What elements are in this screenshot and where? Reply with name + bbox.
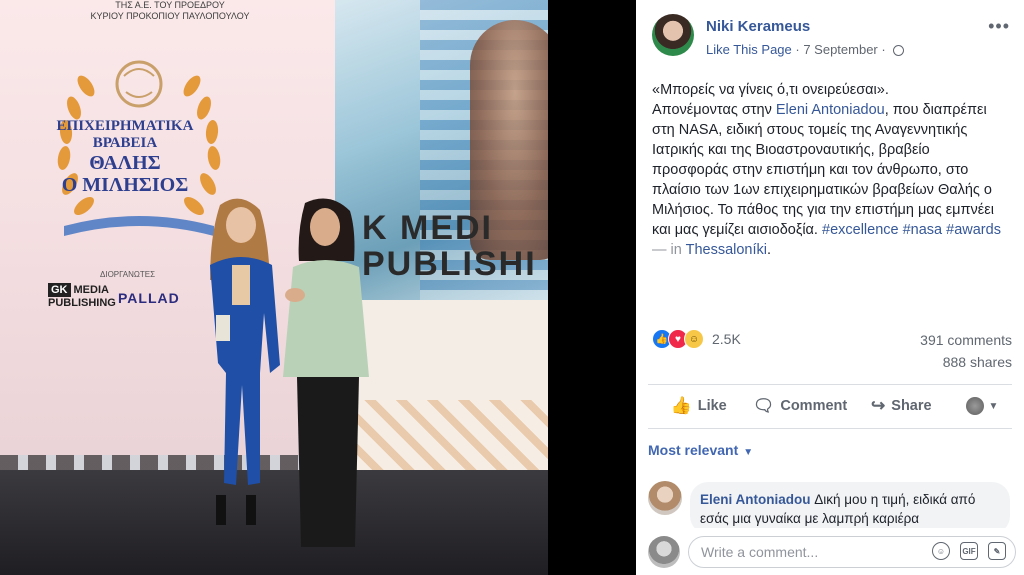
- globe-icon: [893, 45, 905, 56]
- share-button[interactable]: ↪ Share: [851, 396, 952, 416]
- share-arrow-icon: ↪: [871, 396, 886, 415]
- comments-count[interactable]: 391 comments: [920, 332, 1012, 348]
- commenter-avatar[interactable]: [648, 481, 682, 515]
- post-meta: Like This Page · 7 September ·: [706, 42, 905, 57]
- mention-link[interactable]: Eleni Antoniadou: [776, 102, 885, 118]
- award-recipient: [210, 198, 280, 525]
- gif-icon[interactable]: GIF: [960, 542, 978, 560]
- divider: [648, 384, 1012, 385]
- divider: [648, 428, 1012, 429]
- comment-button[interactable]: 🗨 Comment: [749, 396, 850, 416]
- author-avatar[interactable]: [652, 14, 694, 56]
- author-name[interactable]: Niki Kerameus: [706, 18, 810, 35]
- screen-logo-text: K MEDI PUBLISHI: [362, 209, 537, 283]
- comment-bubble: Eleni Antoniadou Δική μου η τιμή, ειδικά…: [690, 482, 1010, 534]
- location-link[interactable]: Thessaloníki: [686, 242, 767, 258]
- comment-author[interactable]: Eleni Antoniadou: [700, 492, 811, 507]
- pallad-logo: PALLAD: [118, 290, 180, 306]
- post-as-selector[interactable]: ▼: [952, 397, 1012, 415]
- sticker-icon[interactable]: ✎: [988, 542, 1006, 560]
- hashtag-links[interactable]: #excellence #nasa #awards: [822, 222, 1001, 238]
- speech-bubble-icon: 🗨: [752, 396, 775, 415]
- viewer-avatar: [648, 536, 680, 568]
- emoji-icon[interactable]: ☺: [932, 542, 950, 560]
- post-date[interactable]: · 7 September ·: [795, 42, 885, 57]
- reactions-count: 2.5K: [712, 331, 741, 347]
- reactions-summary[interactable]: 👍 ♥ ☺ 2.5K: [652, 328, 741, 350]
- thumbs-up-icon: 👍: [670, 396, 692, 415]
- like-button[interactable]: 👍 Like: [648, 396, 749, 416]
- action-bar: 👍 Like 🗨 Comment ↪ Share ▼: [648, 386, 1012, 426]
- more-options-icon[interactable]: •••: [988, 16, 1010, 37]
- award-title: ΕΠΙΧΕΙΡΗΜΑΤΙΚΑ ΒΡΑΒΕΙΑ ΘΑΛΗΣ Ο ΜΙΛΗΣΙΟΣ: [56, 118, 194, 196]
- post-photo[interactable]: ΤΗΣ Α.Ε. ΤΟΥ ΠΡΟΕΔΡΟΥ ΚΥΡΙΟΥ ΠΡΟΚΟΠΙΟΥ Π…: [0, 0, 548, 575]
- page-avatar: [965, 397, 984, 415]
- presenter: [283, 198, 369, 547]
- chevron-down-icon: ▼: [988, 400, 999, 412]
- like-page-link[interactable]: Like This Page: [706, 42, 792, 57]
- haha-reaction-icon: ☺: [684, 329, 704, 349]
- shares-count[interactable]: 888 shares: [943, 354, 1012, 370]
- backdrop-top-text: ΤΗΣ Α.Ε. ΤΟΥ ΠΡΟΕΔΡΟΥ ΚΥΡΙΟΥ ΠΡΟΚΟΠΙΟΥ Π…: [90, 0, 250, 21]
- comment-sort-dropdown[interactable]: Most relevant ▼: [648, 442, 753, 458]
- gk-media-logo: GK MEDIA PUBLISHING: [48, 283, 116, 309]
- chevron-down-icon: ▼: [743, 447, 754, 458]
- write-comment-bar: Write a comment... ☺ GIF ✎: [636, 528, 1024, 575]
- comment-input-tools: ☺ GIF ✎: [932, 542, 1006, 560]
- post-text: «Μπορείς να γίνεις ό,τι ονειρεύεσαι». Απ…: [652, 82, 1001, 258]
- sponsors-label: ΔΙΟΡΓΑΝΩΤΕΣ: [100, 270, 156, 279]
- post-panel: Niki Kerameus Like This Page · 7 Septemb…: [636, 0, 1024, 575]
